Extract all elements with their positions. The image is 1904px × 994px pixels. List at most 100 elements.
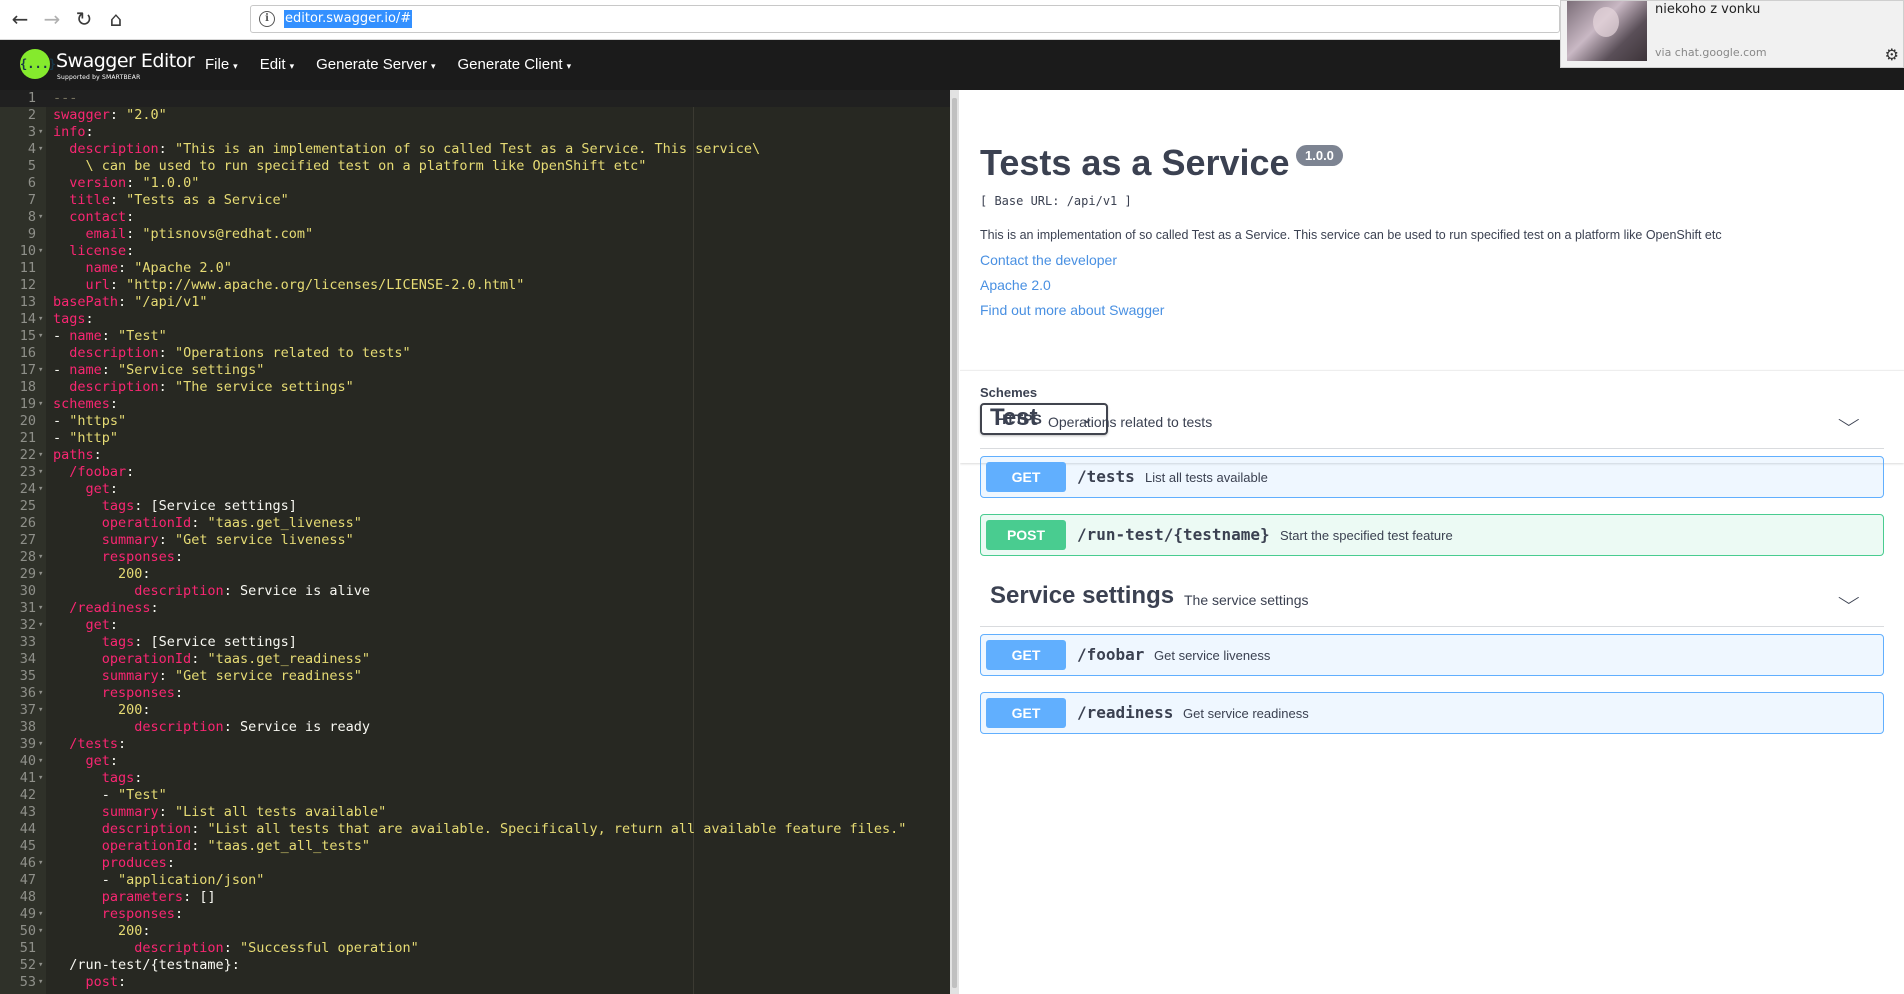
fold-toggle-icon[interactable]: ▾ xyxy=(38,600,43,617)
fold-toggle-icon[interactable]: ▾ xyxy=(38,957,43,974)
fold-toggle-icon[interactable]: ▾ xyxy=(38,753,43,770)
code-line[interactable]: 43 summary: "List all tests available" xyxy=(0,804,950,821)
menu-generate-client[interactable]: Generate Client ▾ xyxy=(458,40,572,90)
code-line[interactable]: 23 ▾ /foobar: xyxy=(0,464,950,481)
code-line[interactable]: 13 basePath: "/api/v1" xyxy=(0,294,950,311)
code-line[interactable]: 20 - "https" xyxy=(0,413,950,430)
code-line[interactable]: 24 ▾ get: xyxy=(0,481,950,498)
code-line[interactable]: 2 swagger: "2.0" xyxy=(0,107,950,124)
code-line[interactable]: 47 - "application/json" xyxy=(0,872,950,889)
code-line[interactable]: 27 summary: "Get service liveness" xyxy=(0,532,950,549)
code-line[interactable]: 41 ▾ tags: xyxy=(0,770,950,787)
code-line[interactable]: 51 description: "Successful operation" xyxy=(0,940,950,957)
code-line[interactable]: 19 ▾ schemes: xyxy=(0,396,950,413)
code-line[interactable]: 29 ▾ 200: xyxy=(0,566,950,583)
code-line[interactable]: 10 ▾ license: xyxy=(0,243,950,260)
back-button[interactable]: ← xyxy=(6,5,34,33)
fold-toggle-icon[interactable]: ▾ xyxy=(38,974,43,991)
menu-edit[interactable]: Edit ▾ xyxy=(260,40,294,90)
code-line[interactable]: 40 ▾ get: xyxy=(0,753,950,770)
code-line[interactable]: 32 ▾ get: xyxy=(0,617,950,634)
fold-toggle-icon[interactable]: ▾ xyxy=(38,855,43,872)
code-line[interactable]: 16 description: "Operations related to t… xyxy=(0,345,950,362)
fold-toggle-icon[interactable]: ▾ xyxy=(38,685,43,702)
code-line[interactable]: 11 name: "Apache 2.0" xyxy=(0,260,950,277)
code-line[interactable]: 31 ▾ /readiness: xyxy=(0,600,950,617)
reload-button[interactable]: ↻ xyxy=(70,5,98,33)
operation-post-run-test-testname[interactable]: POST/run-test/{testname} Start the specif… xyxy=(980,514,1884,556)
scrollbar-thumb[interactable] xyxy=(952,98,957,988)
code-line[interactable]: 18 description: "The service settings" xyxy=(0,379,950,396)
license-link[interactable]: Apache 2.0 xyxy=(980,277,1051,293)
fold-toggle-icon[interactable]: ▾ xyxy=(38,736,43,753)
code-editor[interactable]: 1 --- 2 swagger: "2.0" 3 ▾ info: 4 ▾ description… xyxy=(0,90,950,994)
address-bar[interactable]: i editor.swagger.io/# xyxy=(250,5,1560,33)
code-line[interactable]: 35 summary: "Get service readiness" xyxy=(0,668,950,685)
code-line[interactable]: 38 description: Service is ready xyxy=(0,719,950,736)
fold-toggle-icon[interactable]: ▾ xyxy=(38,328,43,345)
code-line[interactable]: 49 ▾ responses: xyxy=(0,906,950,923)
fold-toggle-icon[interactable]: ▾ xyxy=(38,906,43,923)
contact-developer-link[interactable]: Contact the developer xyxy=(980,252,1117,268)
code-line[interactable]: 8 ▾ contact: xyxy=(0,209,950,226)
code-line[interactable]: 12 url: "http://www.apache.org/licenses/… xyxy=(0,277,950,294)
fold-toggle-icon[interactable]: ▾ xyxy=(38,209,43,226)
gear-icon[interactable]: ⚙ xyxy=(1885,45,1899,64)
operation-get-readiness[interactable]: GET/readiness Get service readiness xyxy=(980,692,1884,734)
fold-toggle-icon[interactable]: ▾ xyxy=(38,464,43,481)
code-line[interactable]: 4 ▾ description: "This is an implementati… xyxy=(0,141,950,158)
swagger-info-link[interactable]: Find out more about Swagger xyxy=(980,302,1164,318)
fold-toggle-icon[interactable]: ▾ xyxy=(38,311,43,328)
code-line[interactable]: 44 description: "List all tests that are… xyxy=(0,821,950,838)
code-line[interactable]: 6 version: "1.0.0" xyxy=(0,175,950,192)
fold-toggle-icon[interactable]: ▾ xyxy=(38,923,43,940)
code-line[interactable]: 7 title: "Tests as a Service" xyxy=(0,192,950,209)
fold-toggle-icon[interactable]: ▾ xyxy=(38,566,43,583)
operation-get-tests[interactable]: GET/tests List all tests available xyxy=(980,456,1884,498)
code-line[interactable]: 22 ▾ paths: xyxy=(0,447,950,464)
code-line[interactable]: 1 --- xyxy=(0,90,950,107)
fold-toggle-icon[interactable]: ▾ xyxy=(38,124,43,141)
code-line[interactable]: 26 operationId: "taas.get_liveness" xyxy=(0,515,950,532)
code-line[interactable]: 39 ▾ /tests: xyxy=(0,736,950,753)
code-line[interactable]: 50 ▾ 200: xyxy=(0,923,950,940)
code-line[interactable]: 17 ▾ - name: "Service settings" xyxy=(0,362,950,379)
code-line[interactable]: 15 ▾ - name: "Test" xyxy=(0,328,950,345)
code-line[interactable]: 52 ▾ /run-test/{testname}: xyxy=(0,957,950,974)
fold-toggle-icon[interactable]: ▾ xyxy=(38,243,43,260)
tag-header-service-settings[interactable]: Service settings The service settings ⌵ xyxy=(980,576,1884,627)
code-line[interactable]: 37 ▾ 200: xyxy=(0,702,950,719)
code-line[interactable]: 53 ▾ post: xyxy=(0,974,950,991)
notification-popup[interactable]: niekoho z vonku via chat.google.com ⚙ xyxy=(1560,0,1904,68)
code-line[interactable]: 21 - "http" xyxy=(0,430,950,447)
code-line[interactable]: 14 ▾ tags: xyxy=(0,311,950,328)
pane-splitter[interactable] xyxy=(950,90,959,994)
code-line[interactable]: 28 ▾ responses: xyxy=(0,549,950,566)
menu-generate-server[interactable]: Generate Server ▾ xyxy=(316,40,435,90)
operation-get-foobar[interactable]: GET/foobar Get service liveness xyxy=(980,634,1884,676)
code-line[interactable]: 48 parameters: [] xyxy=(0,889,950,906)
code-line[interactable]: 34 operationId: "taas.get_readiness" xyxy=(0,651,950,668)
menu-file[interactable]: File ▾ xyxy=(205,40,238,90)
code-line[interactable]: 3 ▾ info: xyxy=(0,124,950,141)
code-line[interactable]: 30 description: Service is alive xyxy=(0,583,950,600)
home-button[interactable]: ⌂ xyxy=(102,5,130,33)
fold-toggle-icon[interactable]: ▾ xyxy=(38,549,43,566)
chevron-down-icon[interactable]: ⌵ xyxy=(1838,588,1860,609)
code-line[interactable]: 25 tags: [Service settings] xyxy=(0,498,950,515)
fold-toggle-icon[interactable]: ▾ xyxy=(38,362,43,379)
info-icon[interactable]: i xyxy=(259,11,275,27)
forward-button[interactable]: → xyxy=(38,5,66,33)
code-line[interactable]: 33 tags: [Service settings] xyxy=(0,634,950,651)
code-line[interactable]: 5 \ can be used to run specified test on… xyxy=(0,158,950,175)
tag-header-test[interactable]: Test Operations related to tests ⌵ xyxy=(980,398,1884,449)
fold-toggle-icon[interactable]: ▾ xyxy=(38,481,43,498)
fold-toggle-icon[interactable]: ▾ xyxy=(38,396,43,413)
fold-toggle-icon[interactable]: ▾ xyxy=(38,770,43,787)
fold-toggle-icon[interactable]: ▾ xyxy=(38,617,43,634)
fold-toggle-icon[interactable]: ▾ xyxy=(38,702,43,719)
url-text[interactable]: editor.swagger.io/# xyxy=(284,10,413,28)
code-line[interactable]: 9 email: "ptisnovs@redhat.com" xyxy=(0,226,950,243)
code-line[interactable]: 46 ▾ produces: xyxy=(0,855,950,872)
code-line[interactable]: 36 ▾ responses: xyxy=(0,685,950,702)
